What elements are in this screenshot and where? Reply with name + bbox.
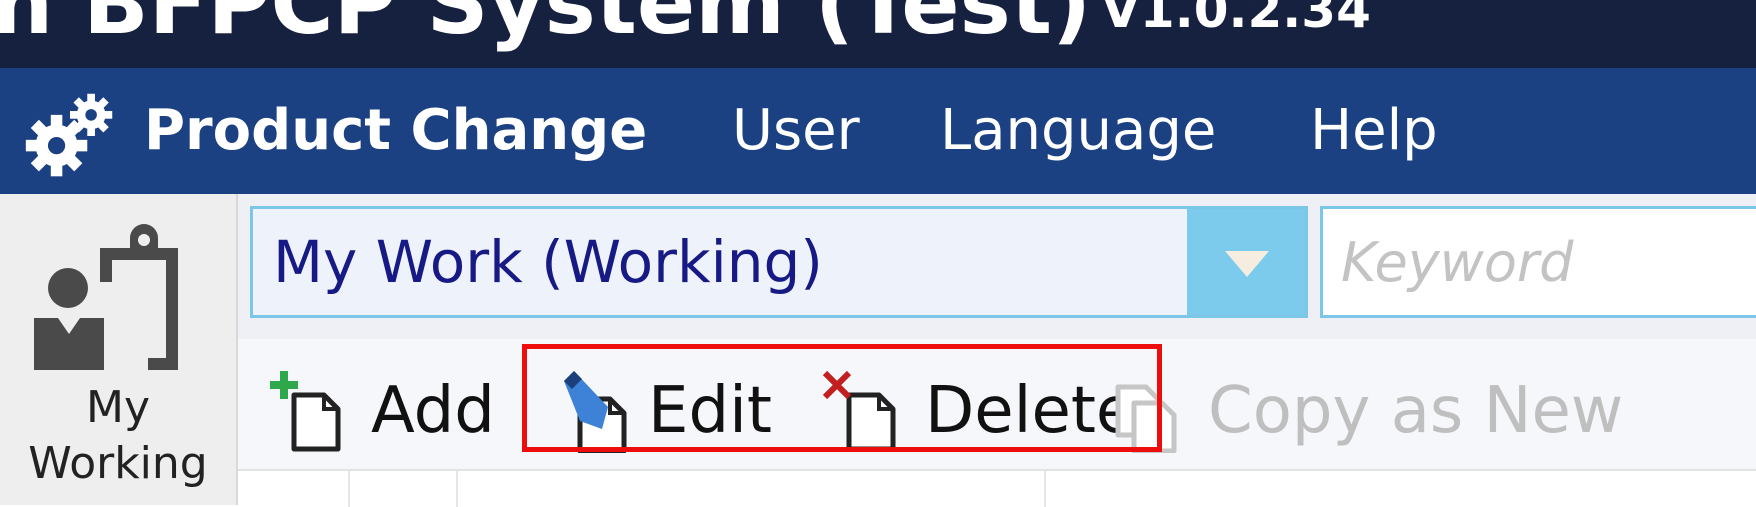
clipboard-user-icon <box>34 224 178 370</box>
filter-row: My Work (Working) <box>238 194 1756 339</box>
add-button-label: Add <box>371 374 495 448</box>
copy-as-new-button[interactable]: Copy as New <box>1115 339 1756 469</box>
dropdown-button[interactable] <box>1187 209 1305 315</box>
grid-column-divider <box>348 471 350 507</box>
add-document-icon <box>270 371 341 452</box>
menu-user[interactable]: User <box>732 96 860 166</box>
menu-language[interactable]: Language <box>940 96 1216 166</box>
keyword-search-input[interactable] <box>1341 209 1756 315</box>
work-filter-dropdown[interactable]: My Work (Working) <box>250 206 1308 318</box>
delete-button-label: Delete <box>925 374 1136 448</box>
left-nav-my-working[interactable]: My Working <box>0 194 238 505</box>
grid-column-divider <box>1044 471 1046 507</box>
menu-bar: Product Change User Language Help <box>0 68 1756 194</box>
app-version: V1.0.2.34 <box>1101 0 1371 39</box>
chevron-down-icon <box>1225 251 1269 277</box>
copy-document-icon <box>1115 384 1177 453</box>
action-toolbar: Add Edit Delete Copy as New <box>238 339 1756 469</box>
delete-document-icon <box>823 371 896 452</box>
menu-product-change[interactable]: Product Change <box>144 96 647 166</box>
window-title-bar: n BFPCP System (Test) V1.0.2.34 <box>0 0 1756 68</box>
keyword-search-box[interactable] <box>1320 206 1756 318</box>
menu-help[interactable]: Help <box>1310 96 1438 166</box>
edit-button-label: Edit <box>648 374 772 448</box>
grid-column-divider <box>456 471 458 507</box>
gear-icon <box>25 93 113 177</box>
app-title-text: n BFPCP System (Test) <box>0 0 1092 54</box>
edit-document-icon <box>564 371 627 453</box>
window-title: n BFPCP System (Test) V1.0.2.34 <box>0 0 1371 54</box>
copy-as-new-button-label: Copy as New <box>1208 374 1624 448</box>
add-button[interactable]: Add <box>238 339 498 469</box>
left-nav-label-line2: Working <box>28 438 208 489</box>
left-nav-label-line1: My <box>85 382 150 433</box>
grid-header-row <box>238 469 1756 507</box>
work-filter-value: My Work (Working) <box>273 228 823 296</box>
